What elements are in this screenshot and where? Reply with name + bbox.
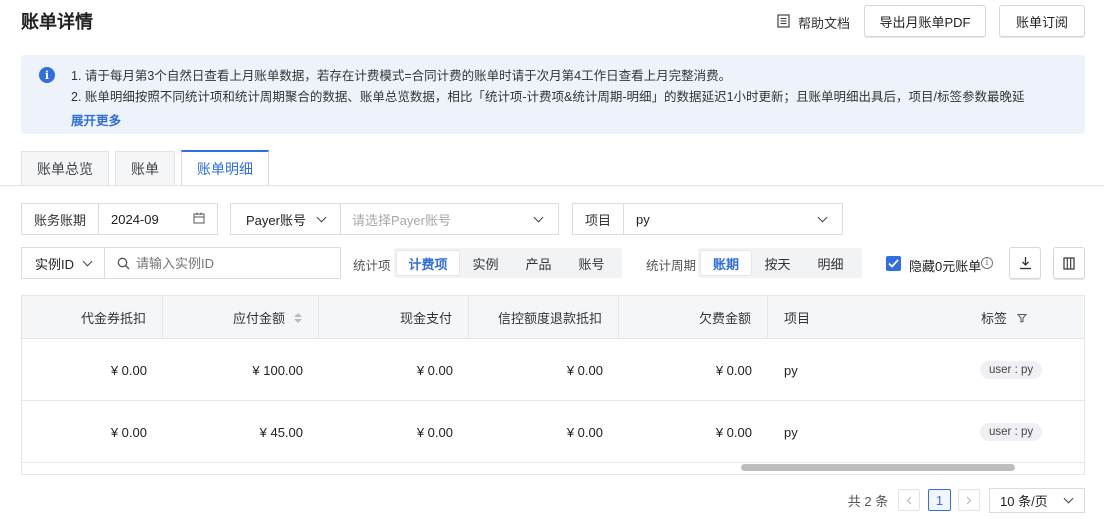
project-filter[interactable]: 项目 py xyxy=(572,203,843,235)
prev-page-button[interactable] xyxy=(898,489,920,511)
billing-period-picker[interactable]: 账务账期 2024-09 xyxy=(21,203,218,235)
column-settings-button[interactable] xyxy=(1053,247,1085,279)
col-payable-label: 应付金额 xyxy=(232,311,285,326)
cell-tag: user : py xyxy=(967,401,1084,463)
stat-period-daily[interactable]: 按天 xyxy=(751,251,804,275)
billing-period-value: 2024-09 xyxy=(111,211,159,227)
expand-more-link[interactable]: 展开更多 xyxy=(71,110,121,129)
download-icon xyxy=(1019,257,1031,270)
notice-banner: i 1. 请于每月第3个自然日查看上月账单数据，若存在计费模式=合同计费的账单时… xyxy=(21,55,1085,134)
cell-cash: ¥ 0.00 xyxy=(416,424,453,440)
cell-payable: ¥ 100.00 xyxy=(252,362,303,378)
stat-item-label: 统计项 xyxy=(353,259,391,273)
download-button[interactable] xyxy=(1009,247,1041,279)
billing-period-label: 账务账期 xyxy=(22,204,99,234)
col-arrears-amount: 欠费金额 xyxy=(619,296,768,339)
info-circle-icon[interactable]: i xyxy=(981,257,993,269)
page-size-select[interactable]: 10 条/页 xyxy=(989,488,1085,513)
table-header: 代金券抵扣 应付金额 现金支付 信控额度退款抵扣 欠费金额 项目 标签 xyxy=(22,296,1084,339)
cell-project: py xyxy=(784,424,798,440)
tab-divider xyxy=(0,185,1104,186)
stat-item-account[interactable]: 账号 xyxy=(565,251,618,275)
sort-icon[interactable] xyxy=(294,312,302,323)
instance-field-select[interactable]: 实例ID xyxy=(22,248,105,278)
chevron-down-icon xyxy=(1063,493,1074,504)
project-filter-label: 项目 xyxy=(573,204,624,234)
instance-id-input[interactable] xyxy=(136,255,336,271)
document-icon xyxy=(777,13,790,31)
tag-badge: user : py xyxy=(980,423,1043,441)
page-title: 账单详情 xyxy=(21,12,93,32)
payer-type-select[interactable]: Payer账号 xyxy=(231,204,341,234)
payer-account-select[interactable]: 请选择Payer账号 xyxy=(341,210,535,229)
chevron-down-icon xyxy=(817,212,828,222)
col-tag: 标签 xyxy=(967,296,1084,339)
tab-bill-overview[interactable]: 账单总览 xyxy=(21,151,109,185)
project-filter-value: py xyxy=(636,211,650,227)
chevron-left-icon xyxy=(906,496,912,504)
stat-period-segmented[interactable]: 账期 按天 明细 xyxy=(698,248,862,278)
payer-type-value: Payer账号 xyxy=(246,212,306,228)
instance-field-value: 实例ID xyxy=(34,256,74,272)
export-pdf-button[interactable]: 导出月账单PDF xyxy=(864,5,986,37)
filter-icon[interactable] xyxy=(1017,313,1028,323)
col-credit-refund: 信控额度退款抵扣 xyxy=(469,296,619,339)
info-icon: i xyxy=(39,67,55,83)
page-number-current[interactable]: 1 xyxy=(928,489,951,511)
cell-payable: ¥ 45.00 xyxy=(259,424,303,440)
hide-zero-label: 隐藏0元账单 xyxy=(909,259,982,274)
bill-subscribe-button[interactable]: 账单订阅 xyxy=(999,5,1085,37)
payer-account-filter[interactable]: Payer账号 请选择Payer账号 xyxy=(230,203,559,235)
col-voucher-deduction: 代金券抵扣 xyxy=(22,296,163,339)
stat-item-segmented[interactable]: 计费项 实例 产品 账号 xyxy=(394,248,622,278)
table-row: ¥ 0.00 ¥ 100.00 ¥ 0.00 ¥ 0.00 ¥ 0.00 py … xyxy=(22,339,1084,401)
tag-badge: user : py xyxy=(980,361,1043,379)
next-page-button[interactable] xyxy=(958,489,980,511)
help-doc-label: 帮助文档 xyxy=(798,15,851,31)
tab-bill[interactable]: 账单 xyxy=(115,151,175,185)
stat-period-label: 统计周期 xyxy=(646,259,697,273)
stat-period-billing[interactable]: 账期 xyxy=(701,251,751,275)
col-payable-amount[interactable]: 应付金额 xyxy=(163,296,319,339)
calendar-icon xyxy=(193,212,205,227)
stat-item-product[interactable]: 产品 xyxy=(512,251,565,275)
notice-line-2: 2. 账单明细按照不同统计项和统计周期聚合的数据、账单总览数据，相比「统计项-计… xyxy=(71,90,1025,104)
cell-tag: user : py xyxy=(967,339,1084,401)
table-row: ¥ 0.00 ¥ 45.00 ¥ 0.00 ¥ 0.00 ¥ 0.00 py u… xyxy=(22,401,1084,463)
stat-period-detail[interactable]: 明细 xyxy=(804,251,857,275)
col-tag-label: 标签 xyxy=(981,311,1008,326)
cell-arrears: ¥ 0.00 xyxy=(715,424,752,440)
stat-item-billing-item[interactable]: 计费项 xyxy=(397,251,459,275)
bill-detail-table: 代金券抵扣 应付金额 现金支付 信控额度退款抵扣 欠费金额 项目 标签 ¥ 0.… xyxy=(21,295,1085,475)
instance-search[interactable]: 实例ID xyxy=(21,247,341,279)
hide-zero-checkbox[interactable] xyxy=(886,256,901,271)
col-cash-payment: 现金支付 xyxy=(319,296,469,339)
cell-project: py xyxy=(784,362,798,378)
cell-credit: ¥ 0.00 xyxy=(566,362,603,378)
check-icon xyxy=(888,259,899,268)
tab-bill-detail[interactable]: 账单明细 xyxy=(181,150,269,185)
search-icon xyxy=(117,257,130,270)
chevron-right-icon xyxy=(966,496,972,504)
col-project: 项目 xyxy=(784,311,811,326)
chevron-down-icon xyxy=(533,212,544,222)
columns-icon xyxy=(1063,256,1075,270)
cell-credit: ¥ 0.00 xyxy=(566,424,603,440)
help-doc-link[interactable]: 帮助文档 xyxy=(777,10,850,34)
stat-item-instance[interactable]: 实例 xyxy=(459,251,512,275)
cell-arrears: ¥ 0.00 xyxy=(715,362,752,378)
horizontal-scrollbar[interactable] xyxy=(741,464,1015,471)
notice-line-1: 1. 请于每月第3个自然日查看上月账单数据，若存在计费模式=合同计费的账单时请于… xyxy=(71,69,732,83)
total-count: 共 2 条 xyxy=(847,493,889,509)
cell-voucher: ¥ 0.00 xyxy=(110,424,147,440)
chevron-down-icon xyxy=(316,212,327,222)
chevron-down-icon xyxy=(82,256,93,266)
cell-voucher: ¥ 0.00 xyxy=(110,362,147,378)
page-size-value: 10 条/页 xyxy=(1000,494,1048,509)
cell-cash: ¥ 0.00 xyxy=(416,362,453,378)
